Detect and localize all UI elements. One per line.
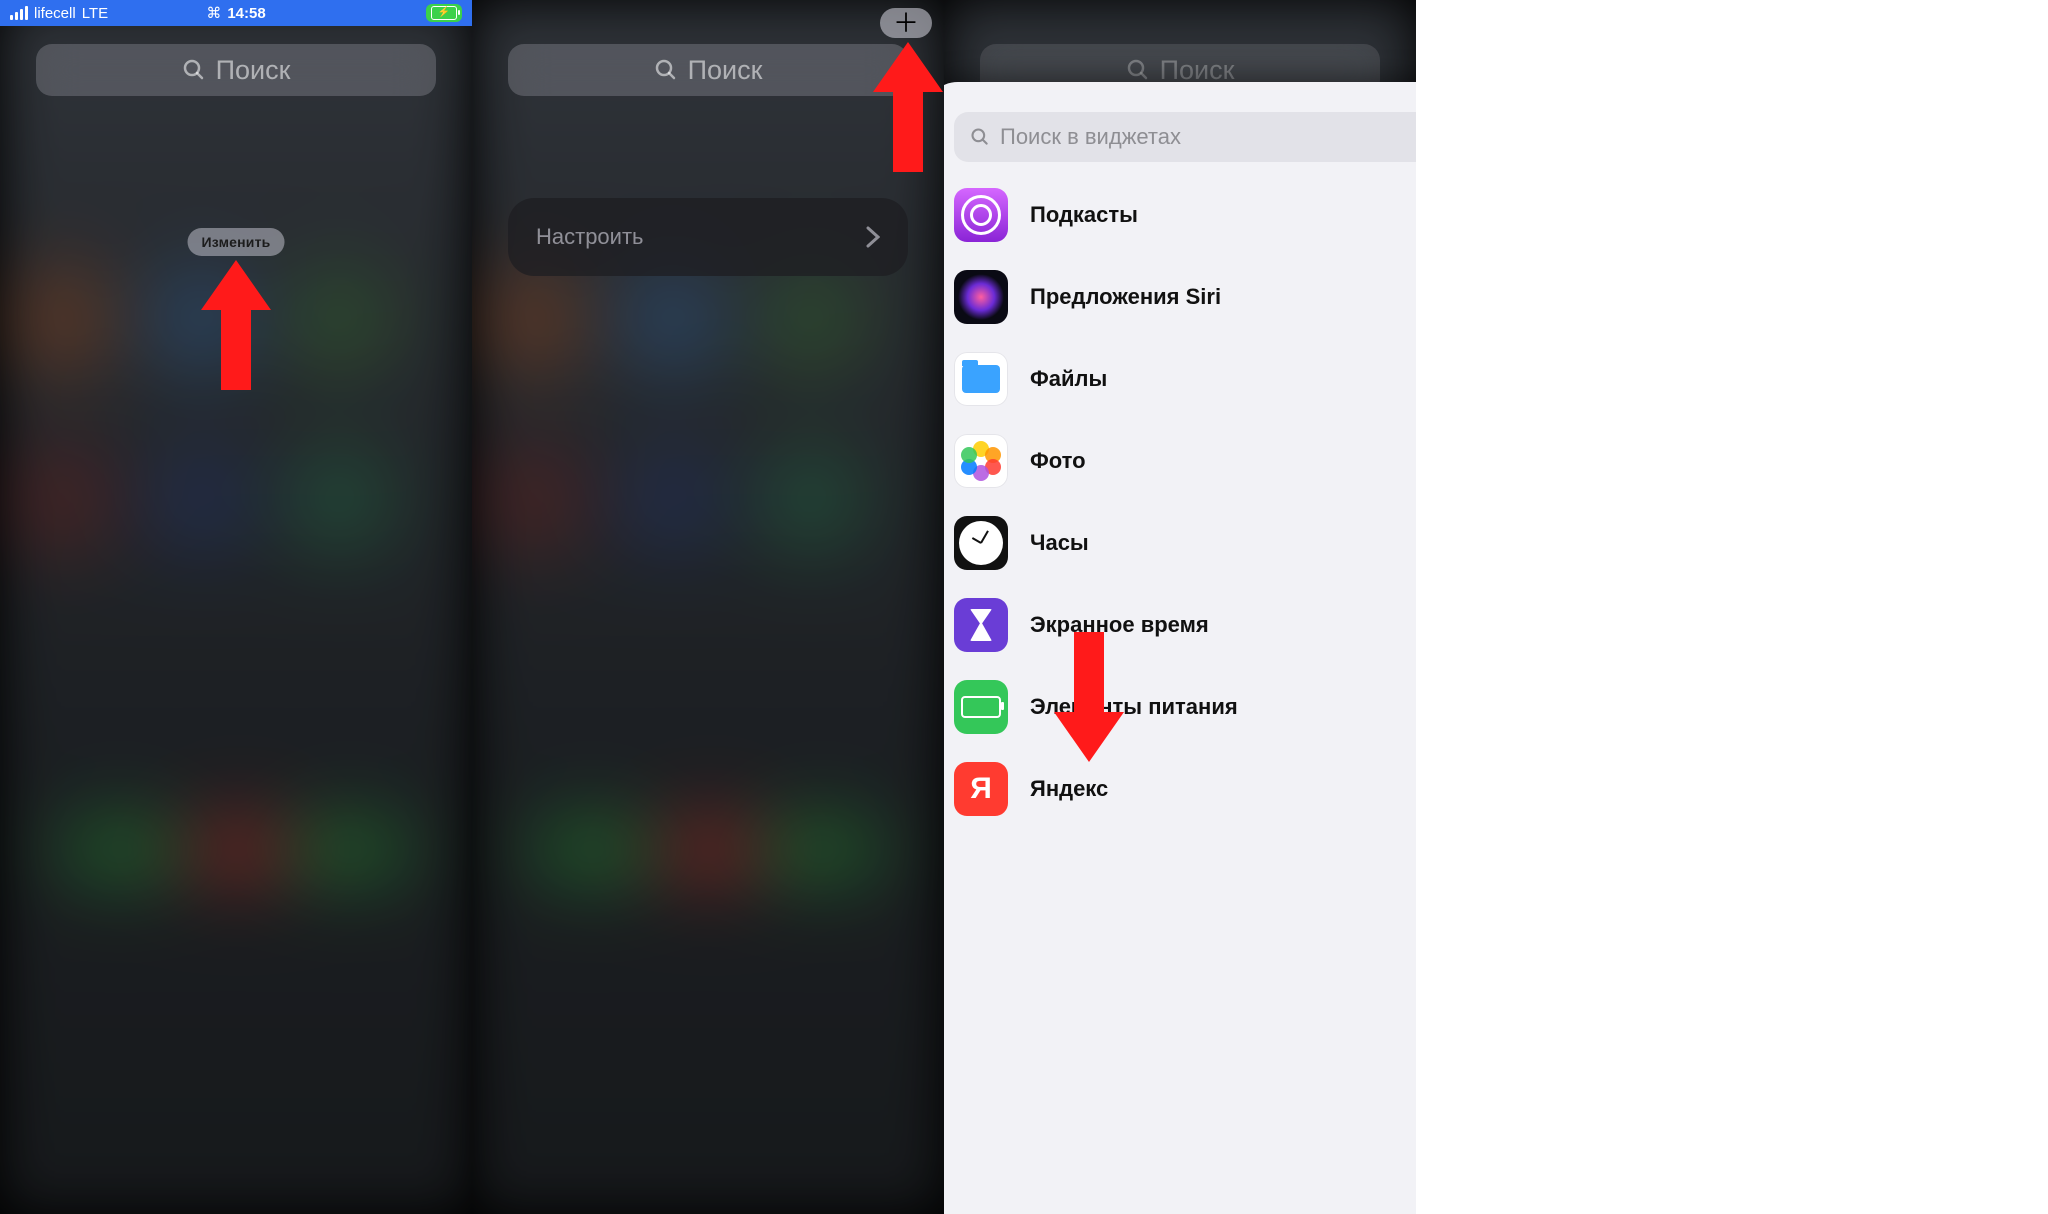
list-item[interactable]: Я Яндекс	[944, 748, 1416, 830]
list-item[interactable]: Подкасты	[944, 174, 1416, 256]
clock-icon	[954, 516, 1008, 570]
list-item-label: Фото	[1030, 448, 1086, 474]
signal-bars-icon	[10, 6, 28, 20]
screen-time-icon	[954, 598, 1008, 652]
widget-app-list: Подкасты Предложения Siri Файлы	[944, 174, 1416, 1214]
siri-icon	[954, 270, 1008, 324]
screenshot-step-1: lifecell LTE ⌘ 14:58 ⚡ Поиск Изменить	[0, 0, 472, 1214]
clock-label: 14:58	[227, 5, 265, 22]
status-bar: lifecell LTE ⌘ 14:58 ⚡	[0, 0, 472, 26]
screenshot-step-2: ＋ Поиск Настроить	[472, 0, 944, 1214]
annotation-arrow-up-icon	[873, 42, 943, 172]
spotlight-search[interactable]: Поиск	[508, 44, 908, 96]
list-item-label: Яндекс	[1030, 776, 1108, 802]
search-placeholder: Поиск	[216, 55, 291, 86]
whitespace	[1416, 0, 2048, 1214]
widget-picker-sheet: Поиск в виджетах Подкасты Предложения Si…	[944, 82, 1416, 1214]
search-icon	[654, 58, 678, 82]
widget-search-placeholder: Поиск в виджетах	[1000, 124, 1181, 150]
list-item[interactable]: Экранное время	[944, 584, 1416, 666]
screenshot-step-3: Поиск Поиск в виджетах Подкасты Предложе…	[944, 0, 1416, 1214]
widget-search-input[interactable]: Поиск в виджетах	[954, 112, 1416, 162]
list-item-label: Файлы	[1030, 366, 1107, 392]
network-label: LTE	[82, 5, 108, 22]
annotation-arrow-down-icon	[1054, 632, 1124, 767]
search-icon	[970, 127, 990, 147]
list-item[interactable]: Элементы питания	[944, 666, 1416, 748]
configure-widget-row[interactable]: Настроить	[508, 198, 908, 276]
search-placeholder: Поиск	[688, 55, 763, 86]
annotation-arrow-up-icon	[201, 260, 271, 390]
list-item[interactable]: Предложения Siri	[944, 256, 1416, 338]
add-widget-button[interactable]: ＋	[880, 8, 932, 38]
list-item[interactable]: Фото	[944, 420, 1416, 502]
list-item[interactable]: Часы	[944, 502, 1416, 584]
edit-button[interactable]: Изменить	[188, 228, 285, 256]
yandex-icon: Я	[954, 762, 1008, 816]
search-icon	[182, 58, 206, 82]
podcasts-icon	[954, 188, 1008, 242]
list-item-label: Предложения Siri	[1030, 284, 1221, 310]
carrier-label: lifecell	[34, 5, 76, 22]
configure-label: Настроить	[536, 224, 644, 250]
battery-charging-icon: ⚡	[426, 4, 462, 22]
search-icon	[1126, 58, 1150, 82]
photos-icon	[954, 434, 1008, 488]
list-item-label: Подкасты	[1030, 202, 1138, 228]
batteries-icon	[954, 680, 1008, 734]
list-item-label: Часы	[1030, 530, 1089, 556]
plus-icon: ＋	[893, 10, 919, 36]
spotlight-search[interactable]: Поиск	[36, 44, 436, 96]
list-item[interactable]: Файлы	[944, 338, 1416, 420]
personal-hotspot-icon: ⌘	[206, 4, 221, 22]
chevron-right-icon	[866, 226, 880, 248]
files-icon	[954, 352, 1008, 406]
search-placeholder: Поиск	[1160, 55, 1235, 86]
